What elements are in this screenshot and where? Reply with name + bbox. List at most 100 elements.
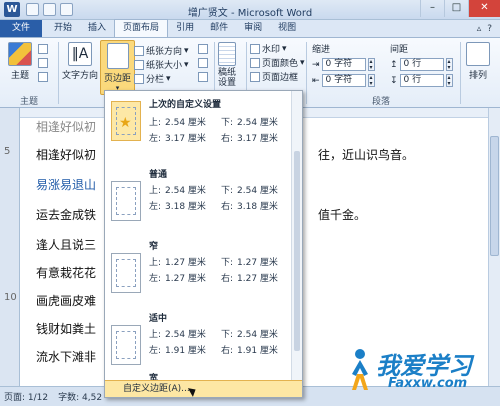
right-label: 右: <box>221 134 234 144</box>
indent-right-spinner[interactable]: ⇤ 0 字符 ▴ ▾ <box>312 74 375 87</box>
top-value: 2.54 厘米 <box>165 118 206 128</box>
themes-button[interactable]: 主题 <box>8 42 32 81</box>
option-name: 窄 <box>149 242 159 252</box>
columns-icon <box>134 73 144 84</box>
option-name: 上次的自定义设置 <box>149 100 222 110</box>
menu-scroll-thumb[interactable] <box>294 151 300 351</box>
margins-button[interactable]: 页边距 ▾ <box>100 40 136 95</box>
left-value: 3.18 厘米 <box>165 202 206 212</box>
arrange-label: 排列 <box>468 71 487 81</box>
spacing-before-input[interactable]: 0 行 <box>399 58 444 71</box>
group-separator <box>58 42 59 104</box>
custom-margins-item[interactable]: 自定义边距(A)... <box>105 380 302 397</box>
right-value: 3.17 厘米 <box>237 134 278 144</box>
top-label: 上: <box>149 258 162 268</box>
left-value: 3.17 厘米 <box>165 134 206 144</box>
vertical-scrollbar[interactable] <box>488 108 500 386</box>
margin-option-normal[interactable]: 普通 上: 2.54 厘米 下: 2.54 厘米 左: 3.18 厘米 右: 3.18 厘米 <box>105 161 291 227</box>
breaks-icon <box>198 44 208 54</box>
margin-option-moderate[interactable]: 适中 上: 2.54 厘米 下: 2.54 厘米 左: 1.91 厘米 右: 1.91 厘米 <box>105 305 291 371</box>
theme-fonts-button[interactable] <box>38 58 48 68</box>
draft-paper-button[interactable]: 稿纸 设置 <box>218 42 236 88</box>
page-color-button[interactable]: 页面颜色 ▾ <box>250 56 305 69</box>
group-separator <box>306 42 307 104</box>
watermark-button[interactable]: 水印 ▾ <box>250 42 287 55</box>
menu-scrollbar[interactable] <box>291 91 302 381</box>
site-watermark-logo: 我爱学习 Faxxw.com <box>344 346 494 398</box>
size-button[interactable]: 纸张大小 ▾ <box>134 58 189 71</box>
tab-view[interactable]: 视图 <box>270 20 304 37</box>
scroll-thumb[interactable] <box>490 136 499 256</box>
breaks-button[interactable] <box>198 44 208 54</box>
close-button[interactable]: ✕ <box>468 0 500 17</box>
spin-arrows-icon[interactable]: ▴ ▾ <box>445 74 453 87</box>
page-border-button[interactable]: 页面边框 <box>250 70 298 83</box>
ribbon-tabs: 文件 开始 插入 页面布局 引用 邮件 审阅 视图 ▵ ? <box>0 19 500 38</box>
bottom-label: 下: <box>221 118 234 128</box>
text-direction-icon: ‖A <box>68 42 92 66</box>
minimize-ribbon-icon[interactable]: ▵ <box>477 24 482 34</box>
fonts-icon <box>38 58 48 68</box>
page-count[interactable]: 页面: 1/12 <box>4 390 48 403</box>
line-numbers-icon <box>198 58 208 68</box>
indent-right-input[interactable]: 0 字符 <box>321 74 366 87</box>
spacing-after-spinner[interactable]: ↧ 0 行 ▴ ▾ <box>390 74 453 87</box>
spacing-after-icon: ↧ <box>390 75 398 86</box>
help-icon[interactable]: ? <box>487 24 492 34</box>
margin-option-narrow[interactable]: 窄 上: 1.27 厘米 下: 1.27 厘米 左: 1.27 厘米 右: 1.27 厘米 <box>105 233 291 299</box>
page-preview-icon <box>111 325 141 365</box>
line-numbers-button[interactable] <box>198 58 208 68</box>
running-figure-icon <box>352 349 368 390</box>
spin-arrows-icon[interactable]: ▴ ▾ <box>445 58 453 71</box>
columns-button[interactable]: 分栏 ▾ <box>134 72 171 85</box>
spacing-before-spinner[interactable]: ↥ 0 行 ▴ ▾ <box>390 58 453 71</box>
margin-option-last-custom[interactable]: ★ 上次的自定义设置 上: 2.54 厘米 下: 2.54 厘米 左: 3.17 厘米右… <box>105 93 291 159</box>
tab-review[interactable]: 审阅 <box>236 20 270 37</box>
spin-arrows-icon[interactable]: ▴ ▾ <box>367 74 375 87</box>
colors-icon <box>38 44 48 54</box>
orientation-button[interactable]: 纸张方向 ▾ <box>134 44 189 57</box>
indent-left-input[interactable]: 0 字符 <box>321 58 366 71</box>
left-value: 1.91 厘米 <box>165 346 206 356</box>
top-label: 上: <box>149 118 162 128</box>
page-preview-icon <box>111 253 141 293</box>
maximize-button[interactable]: □ <box>444 0 468 17</box>
chevron-down-icon: ▾ <box>184 45 189 56</box>
page-preview-icon <box>111 181 141 221</box>
chevron-down-icon: ▾ <box>166 73 171 84</box>
bottom-value: 2.54 厘米 <box>237 330 278 340</box>
left-label: 左: <box>149 274 162 284</box>
hyphenation-icon <box>198 72 208 82</box>
indent-right-icon: ⇤ <box>312 75 320 86</box>
word-count[interactable]: 字数: 4,52 <box>58 390 102 403</box>
indent-heading: 缩进 <box>312 45 331 55</box>
effects-icon <box>38 72 48 82</box>
bottom-label: 下: <box>221 258 234 268</box>
page-border-icon <box>250 71 260 82</box>
line-rest: 往，近山识鸟音。 <box>318 148 415 162</box>
right-label: 右: <box>221 202 234 212</box>
right-value: 1.27 厘米 <box>237 274 278 284</box>
themes-label: 主题 <box>10 71 29 81</box>
tab-references[interactable]: 引用 <box>168 20 202 37</box>
theme-effects-button[interactable] <box>38 72 48 82</box>
theme-colors-button[interactable] <box>38 44 48 54</box>
spin-arrows-icon[interactable]: ▴ ▾ <box>367 58 375 71</box>
doc-line: 有意栽花花 <box>36 266 97 280</box>
tab-mailings[interactable]: 邮件 <box>202 20 236 37</box>
text-direction-button[interactable]: ‖A 文字方向 <box>62 42 98 81</box>
tab-insert[interactable]: 插入 <box>80 20 114 37</box>
tab-page-layout[interactable]: 页面布局 <box>114 19 169 37</box>
hyphenation-button[interactable] <box>198 72 208 82</box>
top-label: 上: <box>149 186 162 196</box>
spacing-after-input[interactable]: 0 行 <box>399 74 444 87</box>
draft-paper-label: 稿纸 设置 <box>218 68 237 88</box>
minimize-button[interactable]: – <box>420 0 444 17</box>
tab-home[interactable]: 开始 <box>46 20 80 37</box>
tab-file[interactable]: 文件 <box>0 20 43 37</box>
arrange-button[interactable]: 排列 <box>466 42 490 81</box>
left-label: 左: <box>149 346 162 356</box>
indent-left-spinner[interactable]: ⇥ 0 字符 ▴ ▾ <box>312 58 375 71</box>
size-icon <box>134 59 144 70</box>
watermark-icon <box>250 43 260 54</box>
